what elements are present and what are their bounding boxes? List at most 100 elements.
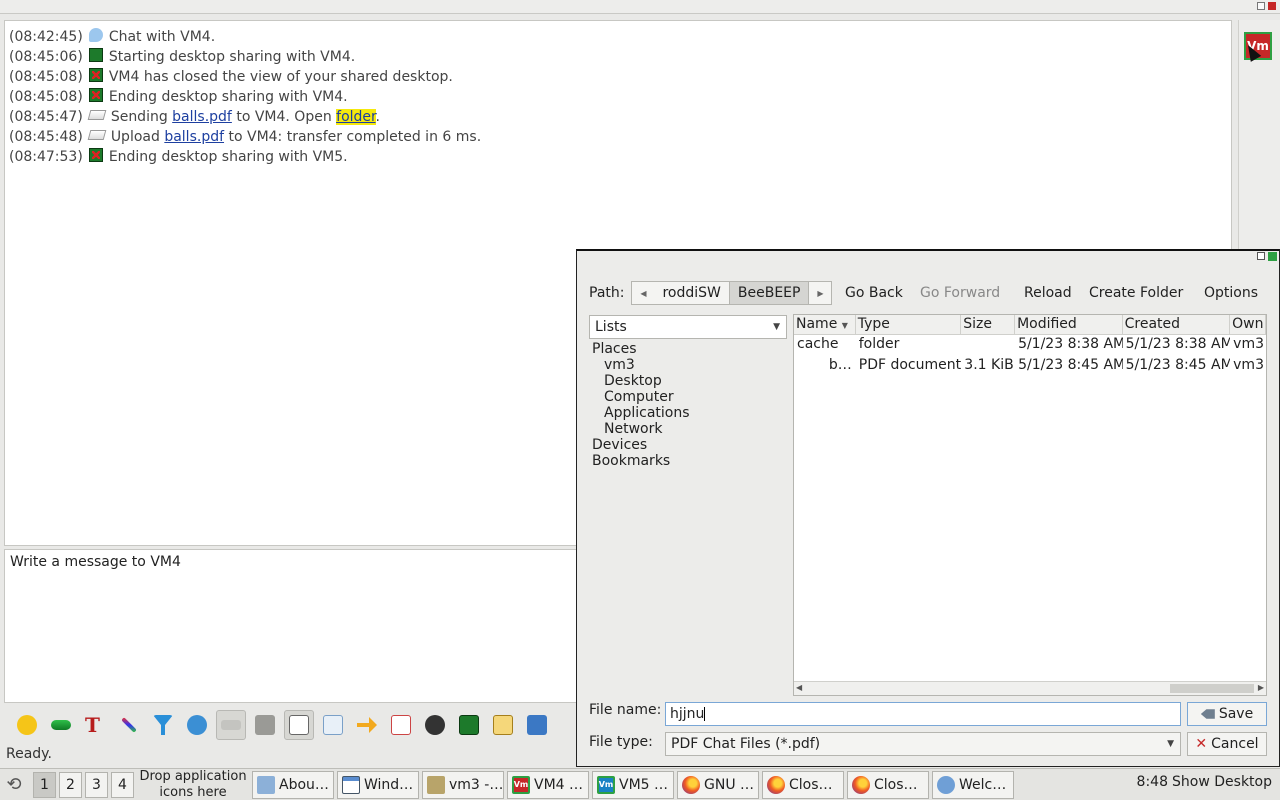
workspace-2[interactable]: 2 [59, 771, 82, 798]
breadcrumb-item-current[interactable]: BeeBEEP [728, 282, 810, 304]
clipboard-icon [493, 715, 513, 735]
desktop-share-stop-icon [88, 68, 103, 82]
place-item-network[interactable]: Network [592, 421, 690, 437]
emoticon-button[interactable] [12, 710, 42, 740]
filter-icon [153, 715, 173, 735]
task-label: VM5 … [619, 776, 669, 793]
column-created[interactable]: Created [1123, 315, 1231, 334]
breadcrumb-left-icon[interactable]: ◀ [632, 282, 654, 304]
file-row[interactable]: b… PDF document 3.1 KiB 5/1/23 8:45 AM 5… [794, 356, 1266, 377]
file-link[interactable]: balls.pdf [172, 109, 232, 125]
message-input[interactable]: Write a message to VM4 [4, 549, 578, 703]
save-chat-button[interactable] [318, 710, 348, 740]
place-item-vm3[interactable]: vm3 [592, 357, 690, 373]
chat-text: Upload balls.pdf to VM4: transfer comple… [111, 127, 481, 147]
text-part: Upload [110, 129, 165, 145]
task-firefox-gnu[interactable]: GNU … [677, 770, 759, 799]
cancel-dialog-button[interactable]: ✕ Cancel [1187, 732, 1267, 756]
places-header[interactable]: Places [592, 341, 690, 357]
about-icon [257, 775, 275, 794]
task-vm4[interactable]: Vm VM4 … [507, 770, 589, 799]
workspace-3[interactable]: 3 [85, 771, 108, 798]
spellcheck-button[interactable] [250, 710, 280, 740]
screenshot-button[interactable] [420, 710, 450, 740]
taskbar: ⟲ 1 2 3 4 Drop application icons here Ab… [0, 768, 1280, 800]
breadcrumb-right-icon[interactable]: ▶ [809, 282, 831, 304]
file-list: Name ▼ Type Size Modified Created Own ca… [793, 314, 1267, 696]
places-dropdown[interactable]: Lists ▼ [589, 315, 787, 339]
folder-link[interactable]: folder [336, 109, 376, 125]
timestamp: (08:42:45) [9, 29, 83, 45]
cancel-label: Cancel [1211, 736, 1259, 752]
file-created: 5/1/23 8:38 AM [1125, 336, 1231, 352]
html-button[interactable] [386, 710, 416, 740]
save-button[interactable] [522, 710, 552, 740]
file-link[interactable]: balls.pdf [164, 129, 224, 145]
send-button[interactable] [46, 710, 76, 740]
workspace-4[interactable]: 4 [111, 771, 134, 798]
music-note-icon [289, 715, 309, 735]
bell-button[interactable] [216, 710, 246, 740]
breadcrumb-item[interactable]: roddiSW [654, 282, 728, 304]
devices-header[interactable]: Devices [592, 437, 690, 453]
task-vm5[interactable]: Vm VM5 … [592, 770, 674, 799]
go-forward-button[interactable]: Go Forward [920, 281, 1000, 305]
options-button[interactable]: Options [1204, 281, 1258, 305]
horizontal-scrollbar[interactable]: ◀ ▶ [794, 681, 1266, 695]
desktop-share-button[interactable] [454, 710, 484, 740]
dialog-titlebar [577, 251, 1279, 263]
places-dropdown-value: Lists [595, 319, 627, 335]
task-about[interactable]: Abou… [252, 770, 334, 799]
chat-text: Chat with VM4. [108, 29, 216, 45]
clock[interactable]: 8:48 [1137, 774, 1168, 790]
task-firefox-close-2[interactable]: Clos… [847, 770, 929, 799]
task-file-manager[interactable]: vm3 -… [422, 770, 504, 799]
place-item-desktop[interactable]: Desktop [592, 373, 690, 389]
app-icon [1268, 252, 1277, 261]
column-size[interactable]: Size [961, 315, 1016, 334]
chat-text: Ending desktop sharing with VM5. [108, 149, 348, 165]
filter-button[interactable] [148, 710, 178, 740]
go-back-button[interactable]: Go Back [845, 281, 903, 305]
window-icon [342, 775, 360, 794]
chat-bubble-icon [88, 28, 103, 42]
restore-icon[interactable] [1257, 2, 1265, 10]
timestamp: (08:45:08) [9, 69, 83, 85]
bookmarks-header[interactable]: Bookmarks [592, 453, 690, 469]
save-file-dialog: Path: ◀ roddiSW BeeBEEP ▶ Go Back Go For… [576, 249, 1280, 767]
file-transfer-icon [87, 110, 107, 120]
file-name-input[interactable]: hjjnu [665, 702, 1181, 726]
scrollbar-thumb[interactable] [1170, 684, 1254, 693]
font-button[interactable]: T [80, 710, 110, 740]
scroll-right-icon[interactable]: ▶ [1258, 683, 1264, 692]
reload-button[interactable]: Reload [1024, 281, 1072, 305]
task-firefox-close-1[interactable]: Clos… [762, 770, 844, 799]
sound-button[interactable] [284, 710, 314, 740]
color-button[interactable] [114, 710, 144, 740]
settings-button[interactable] [182, 710, 212, 740]
column-modified[interactable]: Modified [1015, 315, 1123, 334]
file-type-select[interactable]: PDF Chat Files (*.pdf) ▼ [665, 732, 1181, 756]
text-part: . [375, 109, 380, 125]
scroll-left-icon[interactable]: ◀ [796, 683, 802, 692]
save-dialog-button[interactable]: Save [1187, 702, 1267, 726]
file-row[interactable]: cache folder 5/1/23 8:38 AM 5/1/23 8:38 … [794, 335, 1266, 356]
font-icon: T [85, 713, 100, 737]
send-icon [51, 720, 71, 730]
workspace-1[interactable]: 1 [33, 771, 56, 798]
place-item-computer[interactable]: Computer [592, 389, 690, 405]
column-type[interactable]: Type [856, 315, 962, 334]
place-item-applications[interactable]: Applications [592, 405, 690, 421]
breadcrumb: ◀ roddiSW BeeBEEP ▶ [631, 281, 833, 305]
column-owner[interactable]: Own [1230, 315, 1267, 334]
column-name[interactable]: Name ▼ [794, 315, 856, 334]
start-menu-icon[interactable]: ⟲ [2, 773, 26, 797]
dialog-controls [1257, 252, 1277, 261]
create-folder-button[interactable]: Create Folder [1089, 281, 1183, 305]
task-welcome[interactable]: Welc… [932, 770, 1014, 799]
task-window[interactable]: Wind… [337, 770, 419, 799]
clipboard-button[interactable] [488, 710, 518, 740]
show-desktop-button[interactable]: Show Desktop [1172, 774, 1272, 790]
maximize-icon[interactable] [1257, 252, 1265, 260]
send-file-button[interactable] [352, 710, 382, 740]
